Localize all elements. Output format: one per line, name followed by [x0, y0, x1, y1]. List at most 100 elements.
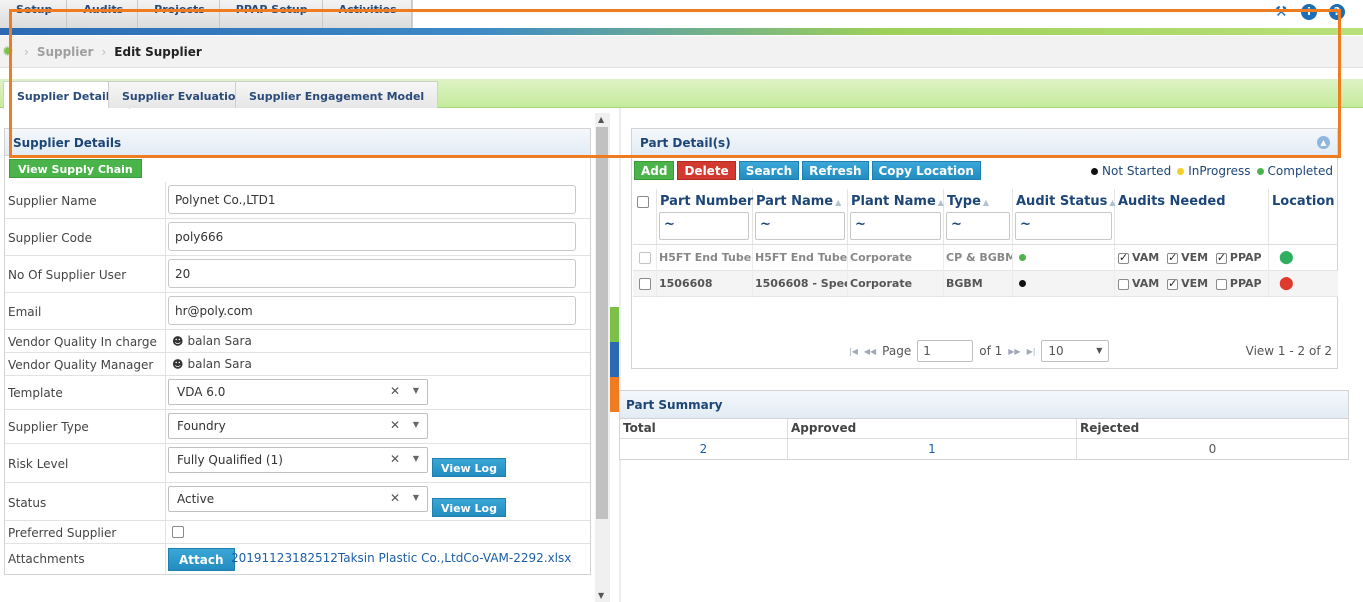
menu-audits[interactable]: Audits: [67, 0, 139, 28]
tab-supplier-engagement-model[interactable]: Supplier Engagement Model: [235, 81, 439, 108]
risk-view-log-button[interactable]: View Log: [432, 458, 506, 477]
prev-page-icon[interactable]: ◀◀: [864, 347, 876, 356]
vam-checkbox[interactable]: [1118, 251, 1129, 264]
audit-label: VAM: [1132, 251, 1160, 264]
page-total: of 1: [979, 344, 1003, 358]
audit-label: PPAP: [1229, 251, 1262, 264]
menu-activities[interactable]: Activities: [323, 0, 412, 28]
vam-checkbox[interactable]: [1118, 278, 1129, 290]
row-checkbox[interactable]: [639, 278, 651, 290]
chevron-down-icon[interactable]: ▼: [413, 493, 419, 502]
top-navigation: Setup Audits Projects PPAP Setup Activit…: [0, 0, 1363, 30]
last-page-icon[interactable]: ▶|: [1027, 347, 1036, 356]
page-size-select[interactable]: 10 ▼: [1041, 340, 1110, 362]
panel-title: Part Detail(s): [632, 129, 1337, 156]
column-part-number[interactable]: Part Number ~: [657, 189, 753, 245]
supplier-code-input[interactable]: poly666: [168, 222, 576, 251]
row-vq-manager: Vendor Quality Manager ☻ balan Sara: [5, 353, 590, 376]
status-select[interactable]: Active ✕ ▼: [168, 486, 428, 512]
side-tab-green[interactable]: [610, 307, 619, 342]
wrench-icon[interactable]: ⚒: [1273, 4, 1289, 20]
legend-label: Not Started: [1102, 164, 1172, 178]
scrollbar-thumb[interactable]: [596, 127, 608, 519]
summary-approved-value[interactable]: 1: [788, 439, 1077, 460]
menu-projects[interactable]: Projects: [138, 0, 220, 28]
plant-name-filter[interactable]: ~: [850, 212, 941, 240]
status-view-log-button[interactable]: View Log: [432, 498, 506, 517]
side-tab-blue[interactable]: [610, 342, 619, 377]
search-button[interactable]: Search: [738, 161, 800, 180]
sort-icon[interactable]: ▲: [983, 198, 989, 207]
info-icon[interactable]: i: [1301, 4, 1317, 20]
attachment-file-link[interactable]: 20191123182512Taksin Plastic Co.,LtdCo-V…: [231, 551, 571, 565]
home-icon[interactable]: ✹: [2, 45, 16, 59]
menu-ppap-setup[interactable]: PPAP Setup: [220, 0, 323, 28]
scroll-up-icon[interactable]: ▲: [598, 115, 604, 124]
attach-button[interactable]: Attach: [168, 548, 235, 571]
chevron-down-icon[interactable]: ▼: [413, 420, 419, 429]
table-row[interactable]: H5FT End Tube P H5FT End Tube P Corporat…: [633, 245, 1338, 271]
view-supply-chain-button[interactable]: View Supply Chain: [9, 159, 142, 178]
vem-checkbox[interactable]: [1167, 251, 1179, 264]
audits-needed-cell: VAM VEM PPAP: [1115, 245, 1269, 271]
splitter[interactable]: [619, 108, 621, 602]
column-part-name[interactable]: Part Name ▲ ~: [753, 189, 848, 245]
chevron-down-icon[interactable]: ▼: [413, 454, 419, 463]
next-page-icon[interactable]: ▶▶: [1008, 347, 1020, 356]
side-tab-orange[interactable]: [610, 377, 619, 412]
preferred-supplier-checkbox[interactable]: [172, 526, 184, 538]
field-label: Supplier Type: [8, 420, 89, 434]
chevron-down-icon[interactable]: ▼: [413, 386, 419, 395]
help-icon[interactable]: ?: [1329, 4, 1345, 20]
column-audit-status[interactable]: Audit Status ▲ ~: [1013, 189, 1116, 245]
email-input[interactable]: hr@poly.com: [168, 296, 576, 325]
risk-level-select[interactable]: Fully Qualified (1) ✕ ▼: [168, 447, 428, 473]
location-pin-icon[interactable]: ⬤: [1279, 277, 1294, 290]
supplier-type-select[interactable]: Foundry ✕ ▼: [168, 413, 428, 439]
part-name-filter[interactable]: ~: [755, 212, 845, 240]
row-checkbox[interactable]: [639, 252, 651, 264]
scroll-down-icon[interactable]: ▼: [598, 591, 604, 600]
field-label: Supplier Name: [8, 194, 97, 208]
select-value: VDA 6.0: [177, 385, 226, 399]
menu-setup[interactable]: Setup: [0, 0, 68, 28]
collapse-icon[interactable]: ▲: [1317, 136, 1330, 149]
clear-icon[interactable]: ✕: [390, 384, 400, 398]
add-button[interactable]: Add: [634, 161, 675, 180]
first-page-icon[interactable]: |◀: [849, 347, 858, 356]
field-cell: Polynet Co.,LTD1: [165, 182, 590, 218]
delete-button[interactable]: Delete: [677, 161, 736, 180]
type-filter[interactable]: ~: [946, 212, 1010, 240]
chevron-down-icon[interactable]: ▼: [1096, 346, 1102, 355]
table-row[interactable]: 1506608 1506608 - Speed Corporate BGBM V…: [633, 271, 1338, 297]
row-risk-level: Risk Level Fully Qualified (1) ✕ ▼ View Lo…: [5, 444, 590, 483]
refresh-button[interactable]: Refresh: [802, 161, 869, 180]
page-number-input[interactable]: 1: [917, 340, 974, 362]
location-pin-icon[interactable]: ⬤: [1279, 251, 1294, 264]
ppap-checkbox[interactable]: [1215, 278, 1227, 290]
vertical-scrollbar[interactable]: ▲ ▼: [595, 113, 610, 602]
num-users-input[interactable]: 20: [168, 259, 576, 288]
clear-icon[interactable]: ✕: [390, 491, 400, 505]
summary-total-value[interactable]: 2: [620, 439, 788, 460]
vem-checkbox[interactable]: [1167, 277, 1179, 290]
sort-icon[interactable]: ▲: [938, 198, 944, 207]
clear-icon[interactable]: ✕: [390, 418, 400, 432]
supplier-name-input[interactable]: Polynet Co.,LTD1: [168, 185, 576, 214]
select-all-checkbox[interactable]: [637, 196, 649, 208]
sort-icon[interactable]: ▲: [835, 198, 841, 207]
template-select[interactable]: VDA 6.0 ✕ ▼: [168, 379, 428, 405]
audit-status-filter[interactable]: ~: [1015, 212, 1112, 240]
copy-location-button[interactable]: Copy Location: [871, 161, 981, 180]
breadcrumb-supplier[interactable]: Supplier: [37, 45, 94, 59]
legend-inprogress: InProgress: [1177, 164, 1251, 178]
legend-not-started: Not Started: [1091, 164, 1171, 178]
clear-icon[interactable]: ✕: [390, 452, 400, 466]
part-number-filter[interactable]: ~: [659, 212, 749, 240]
field-cell: poly666: [165, 219, 590, 255]
ppap-checkbox[interactable]: [1215, 251, 1227, 264]
row-preferred-supplier: Preferred Supplier: [5, 521, 590, 544]
column-plant-name[interactable]: Plant Name ▲ ~: [848, 189, 944, 245]
user-icon: ☻: [172, 335, 184, 348]
column-type[interactable]: Type ▲ ~: [944, 189, 1013, 245]
